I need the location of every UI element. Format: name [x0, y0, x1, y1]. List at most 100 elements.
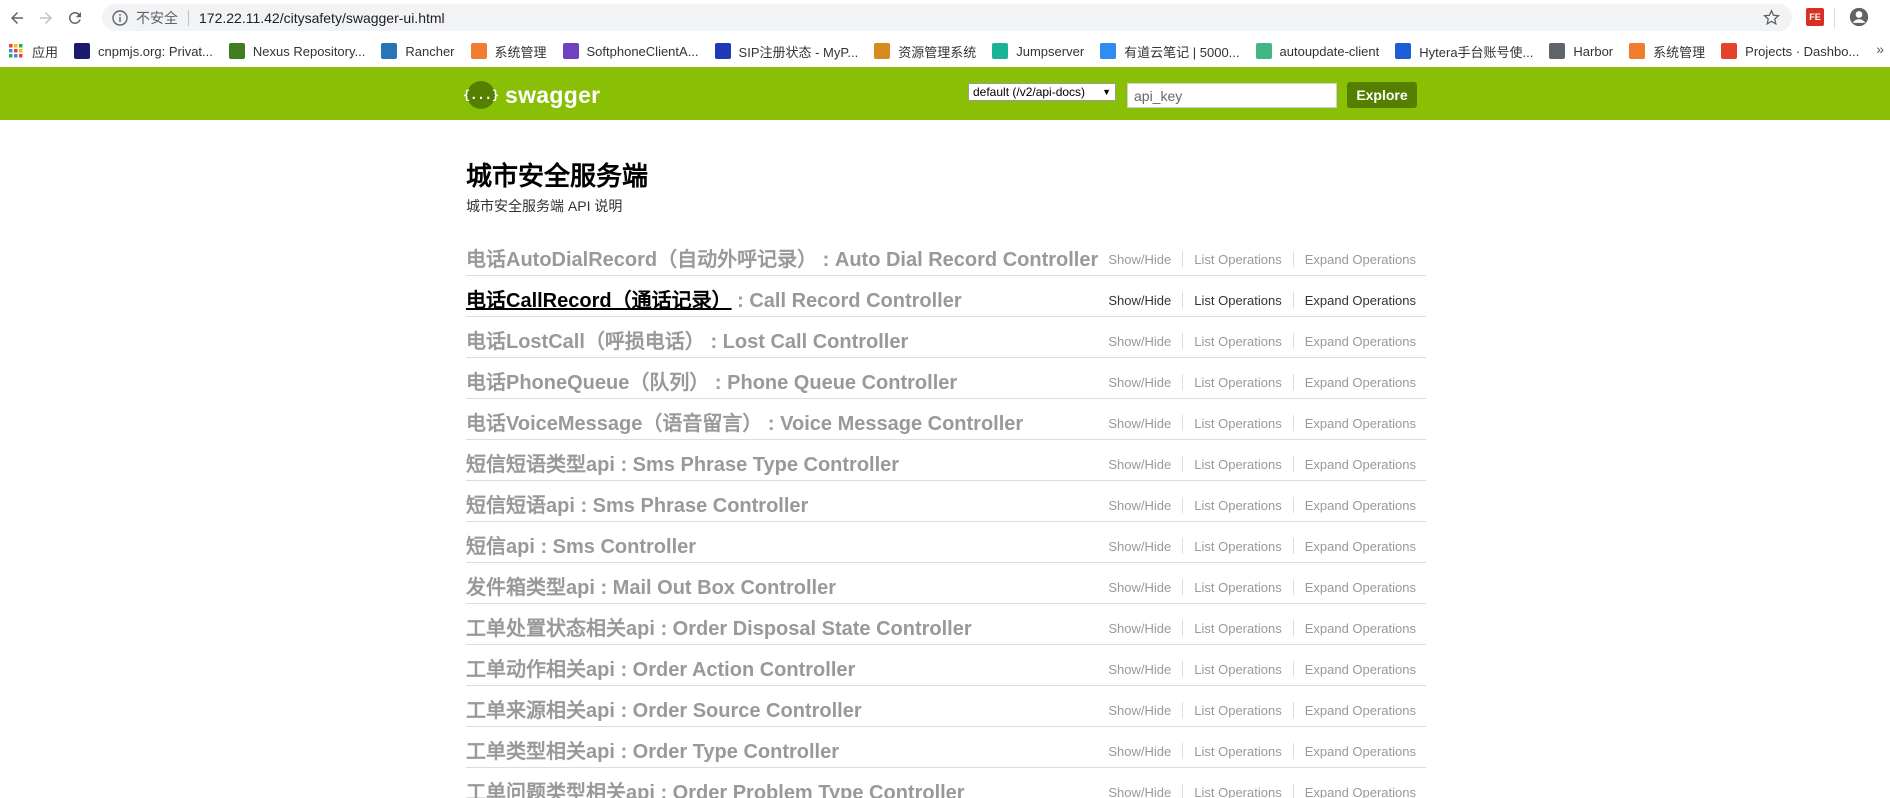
resource-heading[interactable]: 电话AutoDialRecord（自动外呼记录） : Auto Dial Rec… [466, 243, 1098, 272]
show-hide-link[interactable]: Show/Hide [1108, 375, 1171, 390]
expand-operations-link[interactable]: Expand Operations [1305, 539, 1416, 554]
show-hide-link[interactable]: Show/Hide [1108, 744, 1171, 759]
bookmark-star-icon[interactable] [1763, 9, 1780, 26]
bookmark-item[interactable]: SIP注册状态 - MyP... [707, 37, 867, 65]
expand-operations-link[interactable]: Expand Operations [1305, 662, 1416, 677]
resource-heading[interactable]: 电话VoiceMessage（语音留言） : Voice Message Con… [466, 407, 1023, 436]
resource-name-link[interactable]: 工单类型相关api [466, 741, 615, 763]
expand-operations-link[interactable]: Expand Operations [1305, 621, 1416, 636]
bookmark-item[interactable]: Harbor [1541, 37, 1621, 65]
show-hide-link[interactable]: Show/Hide [1108, 293, 1171, 308]
resource-name-link[interactable]: 电话AutoDialRecord（自动外呼记录） [466, 249, 817, 271]
resource-name-link[interactable]: 发件箱类型api [466, 577, 595, 599]
show-hide-link[interactable]: Show/Hide [1108, 252, 1171, 267]
resource-name-link[interactable]: 工单来源相关api [466, 700, 615, 722]
list-operations-link[interactable]: List Operations [1194, 457, 1281, 472]
expand-operations-link[interactable]: Expand Operations [1305, 703, 1416, 718]
resource-heading[interactable]: 电话CallRecord（通话记录） : Call Record Control… [466, 284, 962, 313]
extension-fe-icon[interactable]: FE [1806, 8, 1824, 26]
list-operations-link[interactable]: List Operations [1194, 580, 1281, 595]
resource-heading[interactable]: 发件箱类型api : Mail Out Box Controller [466, 571, 836, 600]
list-operations-link[interactable]: List Operations [1194, 334, 1281, 349]
profile-avatar-icon[interactable] [1849, 7, 1869, 27]
expand-operations-link[interactable]: Expand Operations [1305, 498, 1416, 513]
list-operations-link[interactable]: List Operations [1194, 539, 1281, 554]
reload-icon[interactable] [63, 6, 87, 30]
resource-name-link[interactable]: 工单动作相关api [466, 659, 615, 681]
bookmark-item[interactable]: autoupdate-client [1248, 37, 1388, 65]
expand-operations-link[interactable]: Expand Operations [1305, 457, 1416, 472]
list-operations-link[interactable]: List Operations [1194, 744, 1281, 759]
forward-arrow-icon[interactable] [34, 6, 58, 30]
expand-operations-link[interactable]: Expand Operations [1305, 580, 1416, 595]
bookmark-item[interactable]: SoftphoneClientA... [555, 37, 707, 65]
resource-heading[interactable]: 工单类型相关api : Order Type Controller [466, 735, 839, 764]
list-operations-link[interactable]: List Operations [1194, 703, 1281, 718]
show-hide-link[interactable]: Show/Hide [1108, 662, 1171, 677]
resource-heading[interactable]: 工单问题类型相关api : Order Problem Type Control… [466, 776, 965, 798]
api-key-input[interactable] [1127, 83, 1337, 108]
bookmark-item[interactable]: 系统管理 [1621, 37, 1713, 65]
resource-name-link[interactable]: 短信短语类型api [466, 454, 615, 476]
list-operations-link[interactable]: List Operations [1194, 293, 1281, 308]
expand-operations-link[interactable]: Expand Operations [1305, 375, 1416, 390]
bookmark-item[interactable]: 应用 [0, 37, 66, 65]
resource-name-link[interactable]: 工单处置状态相关api [466, 618, 655, 640]
operations-divider [1182, 579, 1184, 595]
expand-operations-link[interactable]: Expand Operations [1305, 416, 1416, 431]
list-operations-link[interactable]: List Operations [1194, 498, 1281, 513]
bookmark-item[interactable]: 有道云笔记 | 5000... [1092, 37, 1247, 65]
spec-select[interactable]: default (/v2/api-docs) ▼ [968, 83, 1116, 101]
show-hide-link[interactable]: Show/Hide [1108, 498, 1171, 513]
resource-name-link[interactable]: 短信api [466, 536, 535, 558]
resource-name-link[interactable]: 电话VoiceMessage（语音留言） [466, 413, 762, 435]
bookmark-item[interactable]: cnpmjs.org: Privat... [66, 37, 221, 65]
bookmark-item[interactable]: Nexus Repository... [221, 37, 373, 65]
resource-name-link[interactable]: 工单问题类型相关api [466, 782, 655, 798]
address-bar[interactable]: 不安全 172.22.11.42/citysafety/swagger-ui.h… [102, 4, 1792, 31]
resource-heading[interactable]: 短信短语api : Sms Phrase Controller [466, 489, 808, 518]
expand-operations-link[interactable]: Expand Operations [1305, 293, 1416, 308]
bookmark-item[interactable]: Hytera手台账号使... [1387, 37, 1541, 65]
expand-operations-link[interactable]: Expand Operations [1305, 744, 1416, 759]
show-hide-link[interactable]: Show/Hide [1108, 457, 1171, 472]
resource-heading[interactable]: 工单动作相关api : Order Action Controller [466, 653, 855, 682]
show-hide-link[interactable]: Show/Hide [1108, 621, 1171, 636]
list-operations-link[interactable]: List Operations [1194, 662, 1281, 677]
explore-button[interactable]: Explore [1347, 82, 1417, 108]
list-operations-link[interactable]: List Operations [1194, 785, 1281, 798]
show-hide-link[interactable]: Show/Hide [1108, 785, 1171, 798]
expand-operations-link[interactable]: Expand Operations [1305, 785, 1416, 798]
show-hide-link[interactable]: Show/Hide [1108, 334, 1171, 349]
resource-heading[interactable]: 工单处置状态相关api : Order Disposal State Contr… [466, 612, 972, 641]
resource-heading[interactable]: 电话LostCall（呼损电话） : Lost Call Controller [466, 325, 908, 354]
resource-heading[interactable]: 短信短语类型api : Sms Phrase Type Controller [466, 448, 899, 477]
bookmark-item[interactable]: Projects · Dashbo... [1713, 37, 1867, 65]
resource-name-link[interactable]: 电话CallRecord（通话记录） [466, 290, 732, 312]
bookmark-item[interactable]: Jumpserver [984, 37, 1092, 65]
list-operations-link[interactable]: List Operations [1194, 621, 1281, 636]
expand-operations-link[interactable]: Expand Operations [1305, 252, 1416, 267]
show-hide-link[interactable]: Show/Hide [1108, 416, 1171, 431]
bookmarks-overflow-icon[interactable]: » [1876, 41, 1884, 57]
resource-heading[interactable]: 短信api : Sms Controller [466, 530, 696, 559]
bookmark-item[interactable]: 系统管理 [463, 37, 555, 65]
url-text[interactable]: 172.22.11.42/citysafety/swagger-ui.html [199, 10, 445, 26]
list-operations-link[interactable]: List Operations [1194, 416, 1281, 431]
list-operations-link[interactable]: List Operations [1194, 252, 1281, 267]
list-operations-link[interactable]: List Operations [1194, 375, 1281, 390]
resource-name-link[interactable]: 电话LostCall（呼损电话） [466, 331, 705, 353]
resource-heading[interactable]: 电话PhoneQueue（队列） : Phone Queue Controlle… [466, 366, 957, 395]
bookmark-item[interactable]: 资源管理系统 [866, 37, 984, 65]
show-hide-link[interactable]: Show/Hide [1108, 580, 1171, 595]
show-hide-link[interactable]: Show/Hide [1108, 703, 1171, 718]
resource-name-link[interactable]: 短信短语api [466, 495, 575, 517]
show-hide-link[interactable]: Show/Hide [1108, 539, 1171, 554]
expand-operations-link[interactable]: Expand Operations [1305, 334, 1416, 349]
resource-name-link[interactable]: 电话PhoneQueue（队列） [466, 372, 709, 394]
back-arrow-icon[interactable] [5, 6, 29, 30]
bookmark-item[interactable]: Rancher [373, 37, 462, 65]
resource-heading[interactable]: 工单来源相关api : Order Source Controller [466, 694, 862, 723]
info-icon[interactable] [112, 9, 128, 26]
swagger-logo[interactable]: {...} swagger [463, 81, 600, 109]
